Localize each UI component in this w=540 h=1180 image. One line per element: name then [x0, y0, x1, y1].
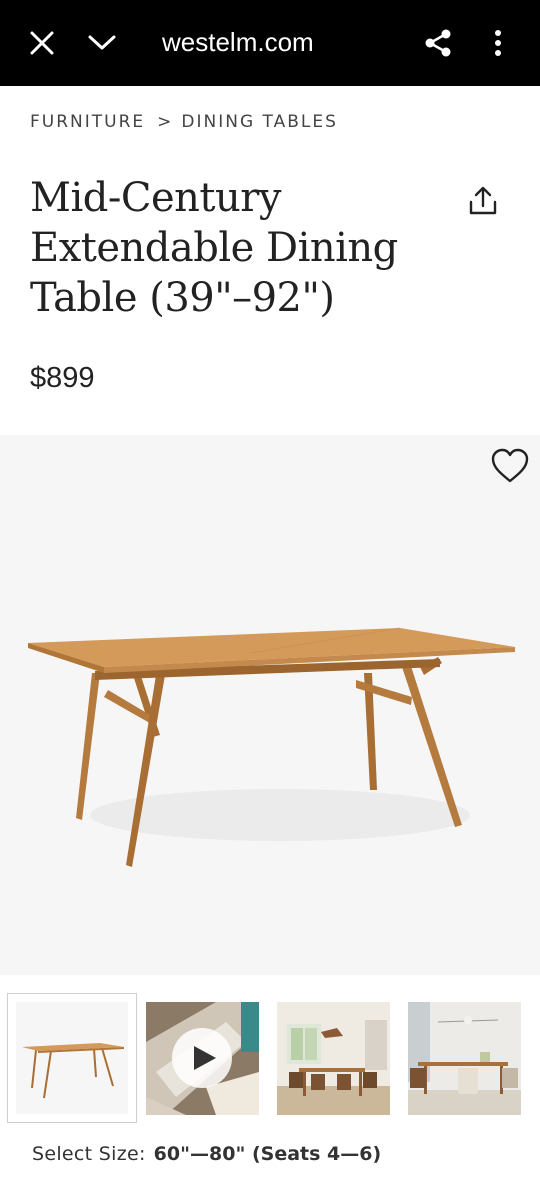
browser-toolbar: westelm.com: [0, 0, 540, 86]
product-title-line: Extendable Dining: [30, 225, 398, 271]
dining-table-image: [28, 627, 515, 867]
size-selector[interactable]: Select Size: 60"—80" (Seats 4—6): [32, 1143, 381, 1165]
chevron-down-icon[interactable]: [82, 23, 122, 63]
size-value: 60"—80" (Seats 4—6): [153, 1143, 382, 1165]
thumbnail-video[interactable]: [146, 993, 276, 1123]
close-icon[interactable]: [22, 23, 62, 63]
url-bar[interactable]: westelm.com: [162, 27, 314, 58]
upload-share-button[interactable]: [462, 180, 504, 222]
breadcrumb: FURNITURE > DINING TABLES: [30, 112, 338, 132]
favorite-button[interactable]: [488, 446, 532, 486]
thumbnail-room-1[interactable]: [277, 993, 407, 1123]
video-thumbnail-image: [146, 1002, 259, 1115]
product-hero-image[interactable]: [0, 435, 540, 975]
product-price: $899: [30, 362, 95, 394]
breadcrumb-separator: >: [157, 112, 172, 132]
product-title: Mid-Century Extendable Dining Table (39"…: [30, 173, 430, 323]
thumbnail-room-2[interactable]: [408, 993, 538, 1123]
thumbnail-product[interactable]: [7, 993, 137, 1123]
share-icon[interactable]: [418, 23, 458, 63]
breadcrumb-item-dining-tables[interactable]: DINING TABLES: [181, 112, 338, 132]
upload-share-icon: [469, 186, 497, 215]
size-label: Select Size:: [32, 1143, 146, 1165]
product-title-line: Mid-Century: [30, 175, 281, 221]
heart-icon: [491, 448, 529, 483]
room-thumbnail-image: [277, 1002, 390, 1115]
table-thumbnail-image: [22, 1043, 124, 1099]
thumbnail-strip: [0, 993, 540, 1123]
breadcrumb-item-furniture[interactable]: FURNITURE: [30, 112, 145, 132]
room-thumbnail-image: [408, 1002, 521, 1115]
more-vertical-icon[interactable]: [478, 23, 518, 63]
product-title-line: Table (39"–92"): [30, 275, 335, 321]
